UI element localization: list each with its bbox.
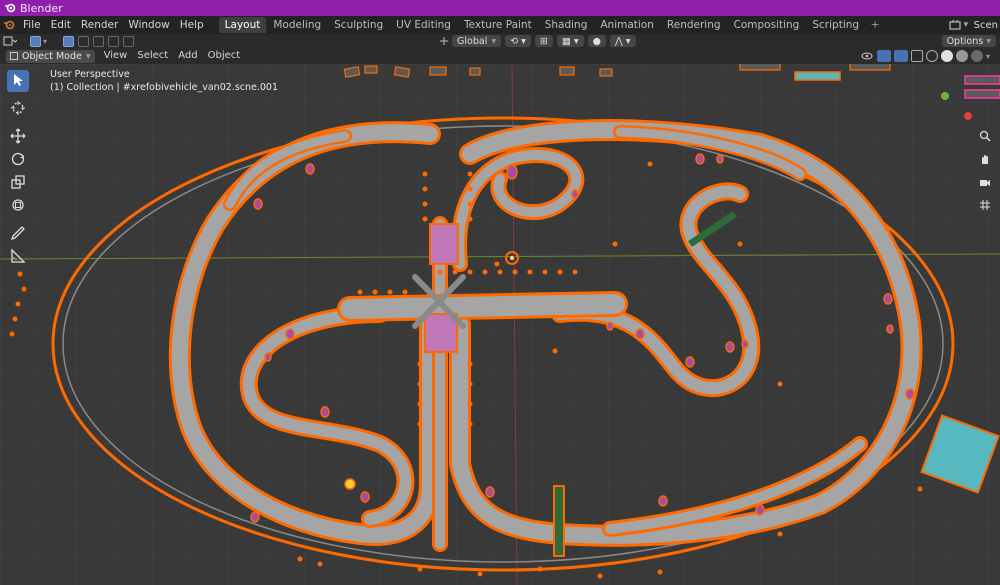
tab-scripting[interactable]: Scripting xyxy=(806,17,865,33)
camera-icon xyxy=(979,176,991,191)
barrier-green xyxy=(553,485,565,557)
mode-invert-icon[interactable] xyxy=(108,35,119,47)
collection-label: (1) Collection | #xrefobivehicle_van02.s… xyxy=(50,82,279,93)
shading-material-icon[interactable] xyxy=(956,50,968,62)
xray-toggle-icon[interactable] xyxy=(911,50,923,62)
view-menu[interactable]: View xyxy=(99,48,133,64)
menu-render[interactable]: Render xyxy=(76,16,123,34)
cursor-select-icon xyxy=(12,73,24,90)
3d-viewport[interactable]: User Perspective (1) Collection | #xrefo… xyxy=(0,64,1000,585)
select-menu[interactable]: Select xyxy=(132,48,173,64)
add-menu[interactable]: Add xyxy=(173,48,202,64)
tab-layout[interactable]: Layout xyxy=(218,17,267,33)
mode-new-icon[interactable] xyxy=(63,35,74,47)
scale-tool[interactable] xyxy=(7,172,29,194)
select-box-tool-icon[interactable] xyxy=(30,35,41,47)
select-tool[interactable] xyxy=(7,70,29,92)
proportional-edit-toggle[interactable]: ● xyxy=(587,35,606,47)
ortho-toggle-button[interactable] xyxy=(976,197,994,215)
orientation-label: Global xyxy=(457,35,488,47)
sun-object xyxy=(344,478,356,490)
gizmo-toggle-icon[interactable] xyxy=(877,50,891,62)
top-bar: File Edit Render Window Help Layout Mode… xyxy=(0,16,1000,34)
rotate-icon xyxy=(10,151,26,170)
tool-dropdown-icon[interactable]: ▾ xyxy=(43,37,53,46)
scale-icon xyxy=(10,174,26,193)
proportional-falloff-dropdown[interactable]: ⋀ ▾ xyxy=(609,35,636,47)
shading-dropdown-icon[interactable]: ▾ xyxy=(986,52,994,61)
shading-wireframe-icon[interactable] xyxy=(926,50,938,62)
pan-icon xyxy=(979,153,991,168)
window-title: Blender xyxy=(20,1,63,15)
tab-rendering[interactable]: Rendering xyxy=(661,17,727,33)
overlay-toggle-icon[interactable] xyxy=(894,50,908,62)
scene-name[interactable]: Scen xyxy=(974,20,1000,31)
rotate-tool[interactable] xyxy=(7,149,29,171)
object-mode-dropdown[interactable]: Object Mode ▾ xyxy=(6,49,95,63)
tab-animation[interactable]: Animation xyxy=(594,17,660,33)
tool-header: ▾ Global ▾ ⟲ ▾ ⊞ ▦ ▾ ● ⋀ ▾ Options ▾ xyxy=(0,34,1000,48)
tab-texture-paint[interactable]: Texture Paint xyxy=(458,17,538,33)
move-tool[interactable] xyxy=(7,126,29,148)
zoom-button[interactable] xyxy=(976,128,994,146)
add-workspace-button[interactable]: + xyxy=(868,18,882,32)
left-toolbar xyxy=(7,70,29,269)
measure-icon xyxy=(10,247,26,267)
viewport-header: Object Mode ▾ View Select Add Object ▾ xyxy=(0,48,1000,64)
transform-tool[interactable] xyxy=(7,195,29,217)
blender-logo-icon xyxy=(4,2,16,14)
transform-orientation-dropdown[interactable]: Global ▾ xyxy=(452,35,502,47)
perspective-label: User Perspective xyxy=(50,69,130,80)
cursor-3d-icon xyxy=(10,100,26,119)
pivot-point-dropdown[interactable]: ⟲ ▾ xyxy=(505,35,531,47)
object-mode-label: Object Mode xyxy=(22,50,82,62)
visibility-icon[interactable] xyxy=(860,50,874,62)
mode-subtract-icon[interactable] xyxy=(93,35,104,47)
snap-target-dropdown[interactable]: ▦ ▾ xyxy=(556,35,584,47)
scene-dropdown-icon[interactable]: ▾ xyxy=(964,20,974,30)
tab-sculpting[interactable]: Sculpting xyxy=(328,17,389,33)
scene-icon xyxy=(948,18,962,32)
shading-solid-icon[interactable] xyxy=(941,50,953,62)
tab-compositing[interactable]: Compositing xyxy=(728,17,806,33)
menu-edit[interactable]: Edit xyxy=(46,16,76,34)
annotate-icon xyxy=(10,225,26,244)
menu-window[interactable]: Window xyxy=(123,16,174,34)
crossing-pad-bottom xyxy=(424,313,458,353)
transform-icon xyxy=(10,197,26,216)
snap-toggle[interactable]: ⊞ xyxy=(534,35,553,47)
crossing-pad-top xyxy=(429,223,459,265)
object-mode-icon xyxy=(10,52,18,60)
tab-shading[interactable]: Shading xyxy=(539,17,594,33)
scene-canvas[interactable] xyxy=(0,64,1000,585)
options-dropdown[interactable]: Options ▾ xyxy=(941,35,996,47)
move-icon xyxy=(10,128,26,147)
navigation-gizmo xyxy=(976,128,994,220)
cursor-tool[interactable] xyxy=(7,98,29,120)
pan-button[interactable] xyxy=(976,151,994,169)
tab-uv-editing[interactable]: UV Editing xyxy=(390,17,457,33)
zoom-icon xyxy=(979,130,991,145)
object-menu[interactable]: Object xyxy=(203,48,246,64)
camera-view-button[interactable] xyxy=(976,174,994,192)
menu-file[interactable]: File xyxy=(18,16,46,34)
shading-rendered-icon[interactable] xyxy=(971,50,983,62)
measure-tool[interactable] xyxy=(7,246,29,268)
cyan-block-top xyxy=(794,71,841,81)
mode-extend-icon[interactable] xyxy=(78,35,89,47)
annotate-tool[interactable] xyxy=(7,223,29,245)
grid-icon xyxy=(979,199,991,214)
options-label: Options xyxy=(946,35,984,47)
title-bar: Blender xyxy=(0,0,1000,16)
editor-type-icon[interactable] xyxy=(0,36,20,46)
orientation-icon xyxy=(438,36,450,46)
tab-modeling[interactable]: Modeling xyxy=(267,17,327,33)
menu-help[interactable]: Help xyxy=(175,16,209,34)
mode-intersect-icon[interactable] xyxy=(123,35,134,47)
blender-menu-icon[interactable] xyxy=(0,16,18,34)
